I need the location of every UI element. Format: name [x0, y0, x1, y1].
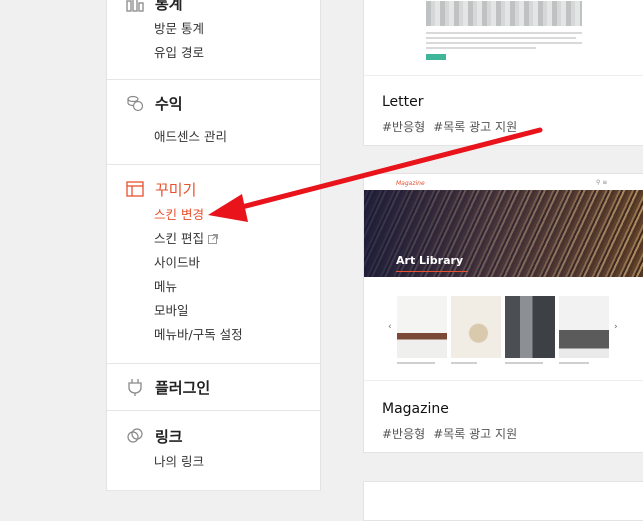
preview-text-line — [426, 37, 576, 39]
skin-tag: #목록 광고 지원 — [433, 120, 518, 134]
skin-tag: #반응형 — [382, 427, 426, 441]
admin-sidebar: 통계 방문 통계 유입 경로 수익 애드센스 관리 꾸미기 스킨 변경 스킨 편… — [106, 0, 321, 491]
sidebar-section-stats: 통계 방문 통계 유입 경로 — [107, 0, 320, 80]
sidebar-decorate-title: 꾸미기 — [155, 180, 197, 199]
preview-text-line — [426, 47, 536, 49]
sidebar-item-sidebar[interactable]: 사이드바 — [154, 254, 200, 272]
preview-caption — [451, 362, 477, 364]
sidebar-item-adsense[interactable]: 애드센스 관리 — [154, 128, 227, 146]
skin-preview-letter[interactable] — [364, 1, 643, 76]
preview-logo: Magazine — [396, 180, 425, 187]
sidebar-section-decorate: 꾸미기 스킨 변경 스킨 편집 사이드바 메뉴 모바일 메뉴바/구독 설정 — [107, 165, 320, 364]
skin-tags: #반응형 #목록 광고 지원 — [382, 425, 517, 442]
preview-caption — [559, 362, 589, 364]
sidebar-item-mobile[interactable]: 모바일 — [154, 302, 189, 320]
link-rings-icon — [125, 426, 145, 446]
sidebar-plugin-title: 플러그인 — [155, 378, 211, 397]
preview-hero-title: Art Library — [396, 254, 464, 267]
sidebar-plugin-header[interactable]: 플러그인 — [125, 376, 210, 398]
preview-button — [426, 54, 446, 60]
sidebar-link-header[interactable]: 링크 — [125, 425, 183, 447]
sidebar-section-revenue: 수익 애드센스 관리 — [107, 80, 320, 165]
preview-hero-underline — [396, 271, 468, 272]
sidebar-decorate-header[interactable]: 꾸미기 — [125, 178, 196, 200]
preview-header-icons: ⚲ ≡ — [596, 179, 608, 186]
plug-icon — [125, 377, 145, 397]
sidebar-stats-title: 통계 — [155, 0, 183, 13]
skin-preview-magazine[interactable]: Magazine ⚲ ≡ Art Library ‹ › — [364, 174, 643, 381]
bar-chart-icon — [125, 0, 145, 13]
skin-tags: #반응형 #목록 광고 지원 — [382, 118, 517, 135]
preview-caption — [505, 362, 543, 364]
skin-name: Magazine — [382, 401, 449, 417]
preview-thumbnail — [397, 296, 447, 358]
skin-name: Letter — [382, 94, 424, 110]
sidebar-revenue-title: 수익 — [155, 94, 183, 113]
preview-image — [426, 1, 582, 26]
sidebar-revenue-header[interactable]: 수익 — [125, 92, 183, 114]
sidebar-item-menubar-subscribe[interactable]: 메뉴바/구독 설정 — [154, 326, 243, 344]
coins-icon — [125, 93, 145, 113]
skin-card-letter[interactable]: Letter #반응형 #목록 광고 지원 — [363, 0, 643, 146]
layout-icon — [125, 179, 145, 199]
preview-text-line — [426, 42, 582, 44]
preview-thumbnail — [451, 296, 501, 358]
sidebar-item-skin-edit-label: 스킨 편집 — [154, 231, 204, 246]
sidebar-section-link: 링크 나의 링크 — [107, 411, 320, 491]
skin-card-magazine[interactable]: Magazine ⚲ ≡ Art Library ‹ › Magazine #반… — [363, 173, 643, 453]
chevron-right-icon: › — [614, 322, 618, 332]
sidebar-item-visit-stats[interactable]: 방문 통계 — [154, 20, 204, 38]
external-link-icon — [207, 234, 218, 244]
preview-text-line — [426, 32, 582, 34]
preview-thumbnail — [559, 296, 609, 358]
skin-card-next[interactable] — [363, 481, 643, 521]
skin-tag: #반응형 — [382, 120, 426, 134]
sidebar-item-skin-change[interactable]: 스킨 변경 — [154, 206, 204, 224]
sidebar-stats-header[interactable]: 통계 — [125, 0, 183, 14]
sidebar-item-my-link[interactable]: 나의 링크 — [154, 453, 204, 471]
skin-tag: #목록 광고 지원 — [433, 427, 518, 441]
sidebar-link-title: 링크 — [155, 427, 183, 446]
chevron-left-icon: ‹ — [388, 322, 392, 332]
sidebar-item-inflow-path[interactable]: 유입 경로 — [154, 44, 204, 62]
preview-caption — [397, 362, 435, 364]
sidebar-item-skin-edit[interactable]: 스킨 편집 — [154, 230, 218, 248]
sidebar-section-plugin: 플러그인 — [107, 364, 320, 411]
sidebar-item-menu[interactable]: 메뉴 — [154, 278, 177, 296]
preview-thumbnail — [505, 296, 555, 358]
